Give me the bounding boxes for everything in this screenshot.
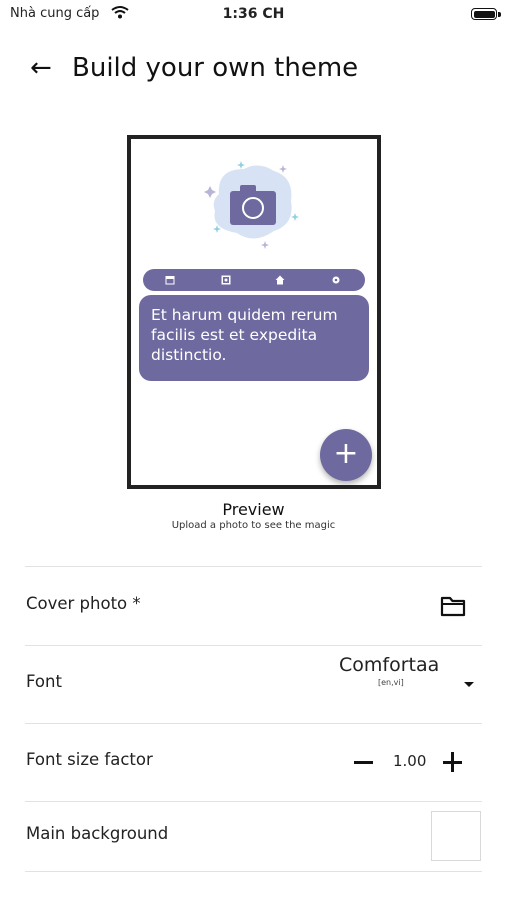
preview-add-button: + [320, 429, 372, 481]
calendar-icon [165, 276, 175, 285]
divider [25, 566, 482, 567]
main-background-color-swatch[interactable] [431, 811, 481, 861]
font-languages: [en,vi] [378, 678, 404, 687]
folder-icon[interactable] [440, 595, 466, 617]
preview-label: Preview [222, 500, 285, 519]
font-size-label: Font size factor [26, 750, 153, 769]
font-select[interactable]: Comfortaa [339, 654, 439, 676]
page-title: Build your own theme [72, 53, 359, 83]
font-size-value: 1.00 [393, 752, 427, 770]
divider [25, 723, 482, 724]
battery-icon [471, 8, 497, 20]
increase-font-size-button-vertical[interactable] [451, 752, 454, 772]
camera-illustration-icon [204, 161, 299, 249]
app-header: ← Build your own theme [0, 48, 507, 88]
theme-preview-frame: Et harum quidem rerum facilis est et exp… [127, 135, 381, 489]
decrease-font-size-button[interactable] [354, 761, 373, 764]
divider [25, 645, 482, 646]
settings-icon [332, 276, 340, 284]
plus-icon: + [333, 436, 359, 471]
preview-hint: Upload a photo to see the magic [171, 520, 336, 531]
cover-photo-label: Cover photo * [26, 594, 141, 613]
preview-message-bubble: Et harum quidem rerum facilis est et exp… [139, 295, 369, 381]
battery-cap [498, 12, 501, 17]
preview-nav-bar [143, 269, 365, 291]
main-background-label: Main background [26, 824, 169, 843]
home-icon [275, 275, 285, 285]
back-arrow-icon[interactable]: ← [30, 50, 52, 86]
font-label: Font [26, 672, 62, 691]
status-bar: Nhà cung cấp 1:36 CH [0, 0, 507, 30]
clock: 1:36 CH [222, 6, 285, 22]
divider [25, 801, 482, 802]
caret-down-icon[interactable] [464, 682, 474, 687]
image-icon [221, 275, 231, 285]
divider [25, 871, 482, 872]
